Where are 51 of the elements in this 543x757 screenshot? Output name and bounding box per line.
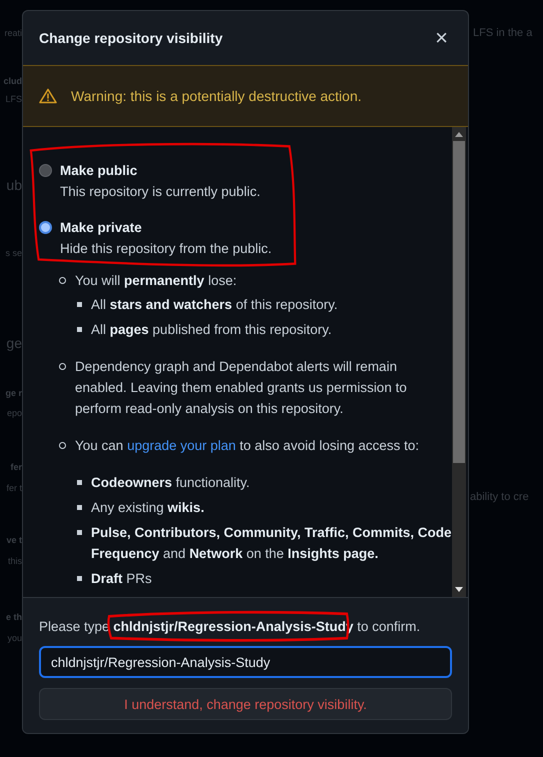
close-button[interactable]: × <box>431 27 452 49</box>
list-text: Codeowners functionality. <box>91 475 250 490</box>
dialog-title: Change repository visibility <box>39 30 223 46</box>
list-text: You will permanently lose: <box>75 273 237 288</box>
background-text: ge r <box>5 387 22 400</box>
background-text: LFS in the a <box>472 26 534 41</box>
option-label: Make private <box>60 219 143 237</box>
list-text: You can upgrade your plan to also avoid losing access to: <box>75 438 420 453</box>
background-text: this <box>8 555 22 568</box>
bullet-icon <box>77 302 82 307</box>
background-text: e th <box>6 611 22 624</box>
background-text: you <box>7 632 22 645</box>
bullet-icon <box>77 530 82 535</box>
bullet-icon <box>77 327 82 332</box>
scroll-down-icon[interactable] <box>455 587 463 593</box>
background-text: LFS <box>5 93 22 106</box>
background-text: ability to cre <box>470 490 530 505</box>
background-text: s se <box>5 247 22 260</box>
background-text: ub <box>6 176 22 195</box>
list-text: All pages published from this repository. <box>91 322 332 337</box>
option-description: This repository is currently public. <box>60 183 260 201</box>
list-text: Any existing wikis. <box>91 500 204 515</box>
warning-icon <box>39 88 57 104</box>
scroll-up-icon[interactable] <box>455 131 463 137</box>
option-description: Hide this repository from the public. <box>60 240 272 258</box>
option-label: Make public <box>60 162 138 180</box>
upgrade-link[interactable]: upgrade your plan <box>127 438 236 453</box>
bullet-icon <box>77 480 82 485</box>
list-text: Dependency graph and Dependabot alerts will remain enabled. Leaving them enabled grants us permission to perform read-only analysis on this repository. <box>75 359 407 416</box>
bullet-icon <box>59 277 66 284</box>
bullet-icon <box>77 576 82 581</box>
background-text: fer t <box>6 482 22 495</box>
bullet-icon <box>59 442 66 449</box>
background-text: fer <box>10 461 22 474</box>
bullet-icon <box>59 363 66 370</box>
confirm-input[interactable]: chldnjstjr/Regression-Analysis-Study <box>39 646 452 678</box>
bullet-icon <box>77 505 82 510</box>
background-text: reati <box>4 27 22 40</box>
list-text: Draft PRs <box>91 571 152 586</box>
confirm-button[interactable]: I understand, change repository visibility. <box>39 688 452 720</box>
background-text: ge <box>6 334 22 353</box>
background-text: ve t <box>6 534 22 547</box>
warning-text: Warning: this is a potentially destructive action. <box>71 88 362 104</box>
background-text: epo <box>6 407 22 420</box>
radio-button[interactable] <box>39 221 52 234</box>
list-text: All stars and watchers of this repository. <box>91 297 338 312</box>
scrollbar[interactable] <box>452 127 466 597</box>
list-text: Pulse, Contributors, Community, Traffic, Commits, Code Frequency and Network on the Insights page. <box>91 525 452 561</box>
radio-button[interactable] <box>39 164 52 177</box>
scrollbar-thumb[interactable] <box>453 141 465 463</box>
background-text: clud <box>3 75 22 88</box>
